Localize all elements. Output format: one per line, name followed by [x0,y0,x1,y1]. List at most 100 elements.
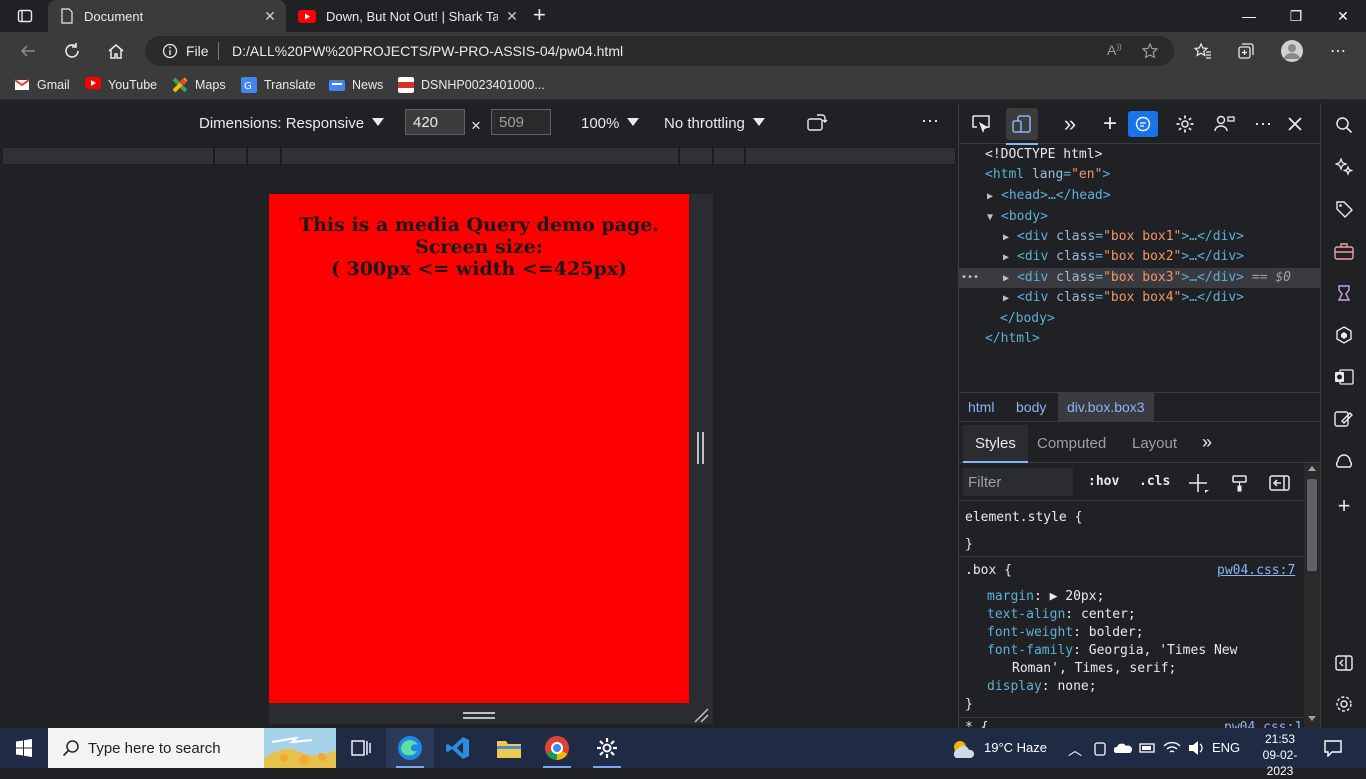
close-devtools-icon[interactable] [1279,108,1311,140]
paint-icon[interactable] [1231,474,1249,492]
device-toolbar-toggle-icon[interactable] [1006,108,1038,145]
tab-actions-icon[interactable] [10,1,40,31]
source-link[interactable]: pw04.css:7 [1217,562,1295,580]
briefcase-icon[interactable] [1333,240,1355,262]
info-icon[interactable] [162,43,178,59]
drop-icon[interactable] [1333,408,1355,430]
cls-toggle[interactable]: .cls [1139,474,1170,489]
throttling-dropdown[interactable]: No throttling [664,115,765,132]
css-declaration[interactable]: margin: ▶ 20px; [987,588,1104,606]
add-tool-icon[interactable]: + [1094,108,1126,140]
refresh-icon[interactable] [57,36,87,66]
new-rule-icon[interactable] [1188,473,1210,493]
tab-computed[interactable]: Computed [1037,435,1106,452]
url-text[interactable]: D:/ALL%20PW%20PROJECTS/PW-PRO-ASSIS-04/p… [232,43,623,59]
tab-styles[interactable]: Styles [963,425,1028,463]
styles-scrollbar[interactable] [1304,463,1320,728]
collections-icon[interactable] [1231,36,1261,66]
css-declaration[interactable]: display: none; [987,678,1097,696]
profile-avatar[interactable] [1277,36,1307,66]
taskbar-search[interactable]: Type here to search [48,728,336,768]
width-input[interactable]: 420 [405,109,465,135]
dimensions-dropdown[interactable]: Dimensions: Responsive [199,115,385,132]
show-hidden-icons-icon[interactable]: ︿ [1068,740,1082,760]
breadcrumb-body[interactable]: body [1016,399,1046,415]
chrome-taskbar-icon[interactable] [533,728,581,768]
language-indicator[interactable]: ENG [1212,740,1240,755]
devtools-more-icon[interactable]: ⋯ [1247,108,1279,140]
onedrive-icon[interactable] [1114,741,1132,755]
rule-selector-box[interactable]: .box { [965,562,1012,580]
tools-icon[interactable] [1333,450,1355,472]
close-window-button[interactable]: ✕ [1320,0,1366,32]
back-icon[interactable] [13,36,43,66]
search-icon[interactable] [1333,114,1355,136]
new-tab-button[interactable]: + [533,4,546,26]
height-input[interactable]: 509 [491,109,551,135]
breadcrumb-html[interactable]: html [968,399,994,415]
read-aloud-icon[interactable]: A)) [1107,42,1122,58]
css-declaration[interactable]: font-family: Georgia, 'Times New [987,642,1237,660]
bookmark-pdf[interactable]: DSNHP0023401000... [398,76,545,94]
row-menu-icon[interactable]: ••• [961,268,979,288]
gear-icon[interactable] [1169,108,1201,140]
media-query-segment[interactable] [745,147,956,165]
media-query-segment[interactable] [247,147,281,165]
dom-body-close[interactable]: </body> [1000,309,1055,329]
discover-icon[interactable] [1333,156,1355,178]
weather-text[interactable]: 19°C Haze [984,740,1047,755]
dom-html-node[interactable]: <html lang="en"> [985,165,1110,185]
media-query-segment[interactable] [679,147,713,165]
bookmark-translate[interactable]: G Translate [241,76,316,94]
resize-handle-bottom[interactable] [269,703,689,724]
tab-layout[interactable]: Layout [1132,435,1177,452]
media-query-segment[interactable] [281,147,679,165]
dom-head-node[interactable]: ▶ <head>…</head> [987,186,1111,206]
add-sidebar-app-icon[interactable]: + [1333,493,1355,518]
tab-shark-tank[interactable]: Down, But Not Out! | Shark Tank ✕ [286,0,528,32]
toggle-sidebar-icon[interactable] [1269,474,1291,492]
next-source-partial[interactable]: pw04.css:1 [1224,719,1302,728]
m365-icon[interactable] [1333,324,1355,346]
clock[interactable]: 21:53 09-02-2023 [1250,731,1310,779]
dom-div-box3[interactable]: ▶ <div class="box box3">…</div> == $0 [1003,268,1291,288]
hov-toggle[interactable]: :hov [1088,474,1119,489]
element-style-selector[interactable]: element.style { [965,509,1082,527]
more-panels-icon[interactable]: » [1202,432,1212,453]
breadcrumb-div-box3[interactable]: div.box.box3 [1058,393,1154,421]
connect-icon[interactable] [1209,108,1241,140]
games-icon[interactable] [1333,282,1355,304]
css-declaration[interactable]: text-align: center; [987,606,1136,624]
meet-now-icon[interactable] [1093,741,1107,757]
media-query-segment[interactable] [2,147,214,165]
volume-icon[interactable] [1188,740,1206,756]
more-tabs-icon[interactable]: » [1054,108,1086,140]
close-tab-icon[interactable]: ✕ [504,8,520,24]
inspect-element-icon[interactable] [966,108,998,140]
edge-taskbar-icon[interactable] [386,728,434,768]
next-rule-partial[interactable]: * { [965,719,988,728]
feedback-icon[interactable] [1128,111,1158,137]
file-explorer-taskbar-icon[interactable] [485,728,533,768]
filter-input[interactable]: Filter [963,468,1073,496]
sidebar-settings-icon[interactable] [1333,693,1355,715]
dom-div-box4[interactable]: ▶ <div class="box box4">…</div> [1003,288,1244,308]
dom-html-close[interactable]: </html> [985,329,1040,349]
wifi-icon[interactable] [1163,740,1181,756]
weather-icon[interactable] [950,738,978,760]
resize-corner-icon[interactable] [693,707,709,723]
dom-body-node[interactable]: ▼ <body> [987,207,1048,227]
minimize-button[interactable]: — [1226,0,1272,32]
settings-more-icon[interactable]: ⋯ [1323,36,1353,66]
settings-taskbar-icon[interactable] [583,728,631,768]
tab-document[interactable]: Document ✕ [48,0,286,32]
dom-div-box1[interactable]: ▶ <div class="box box1">…</div> [1003,227,1244,247]
address-bar[interactable]: File D:/ALL%20PW%20PROJECTS/PW-PRO-ASSIS… [145,36,1174,66]
dom-div-box2[interactable]: ▶ <div class="box box2">…</div> [1003,247,1244,267]
outlook-icon[interactable] [1333,366,1355,388]
notifications-icon[interactable] [1323,739,1343,757]
more-options-icon[interactable]: ⋯ [921,111,939,132]
add-favorite-icon[interactable] [1141,42,1159,60]
zoom-dropdown[interactable]: 100% [581,115,640,132]
bookmark-gmail[interactable]: Gmail [14,76,70,94]
